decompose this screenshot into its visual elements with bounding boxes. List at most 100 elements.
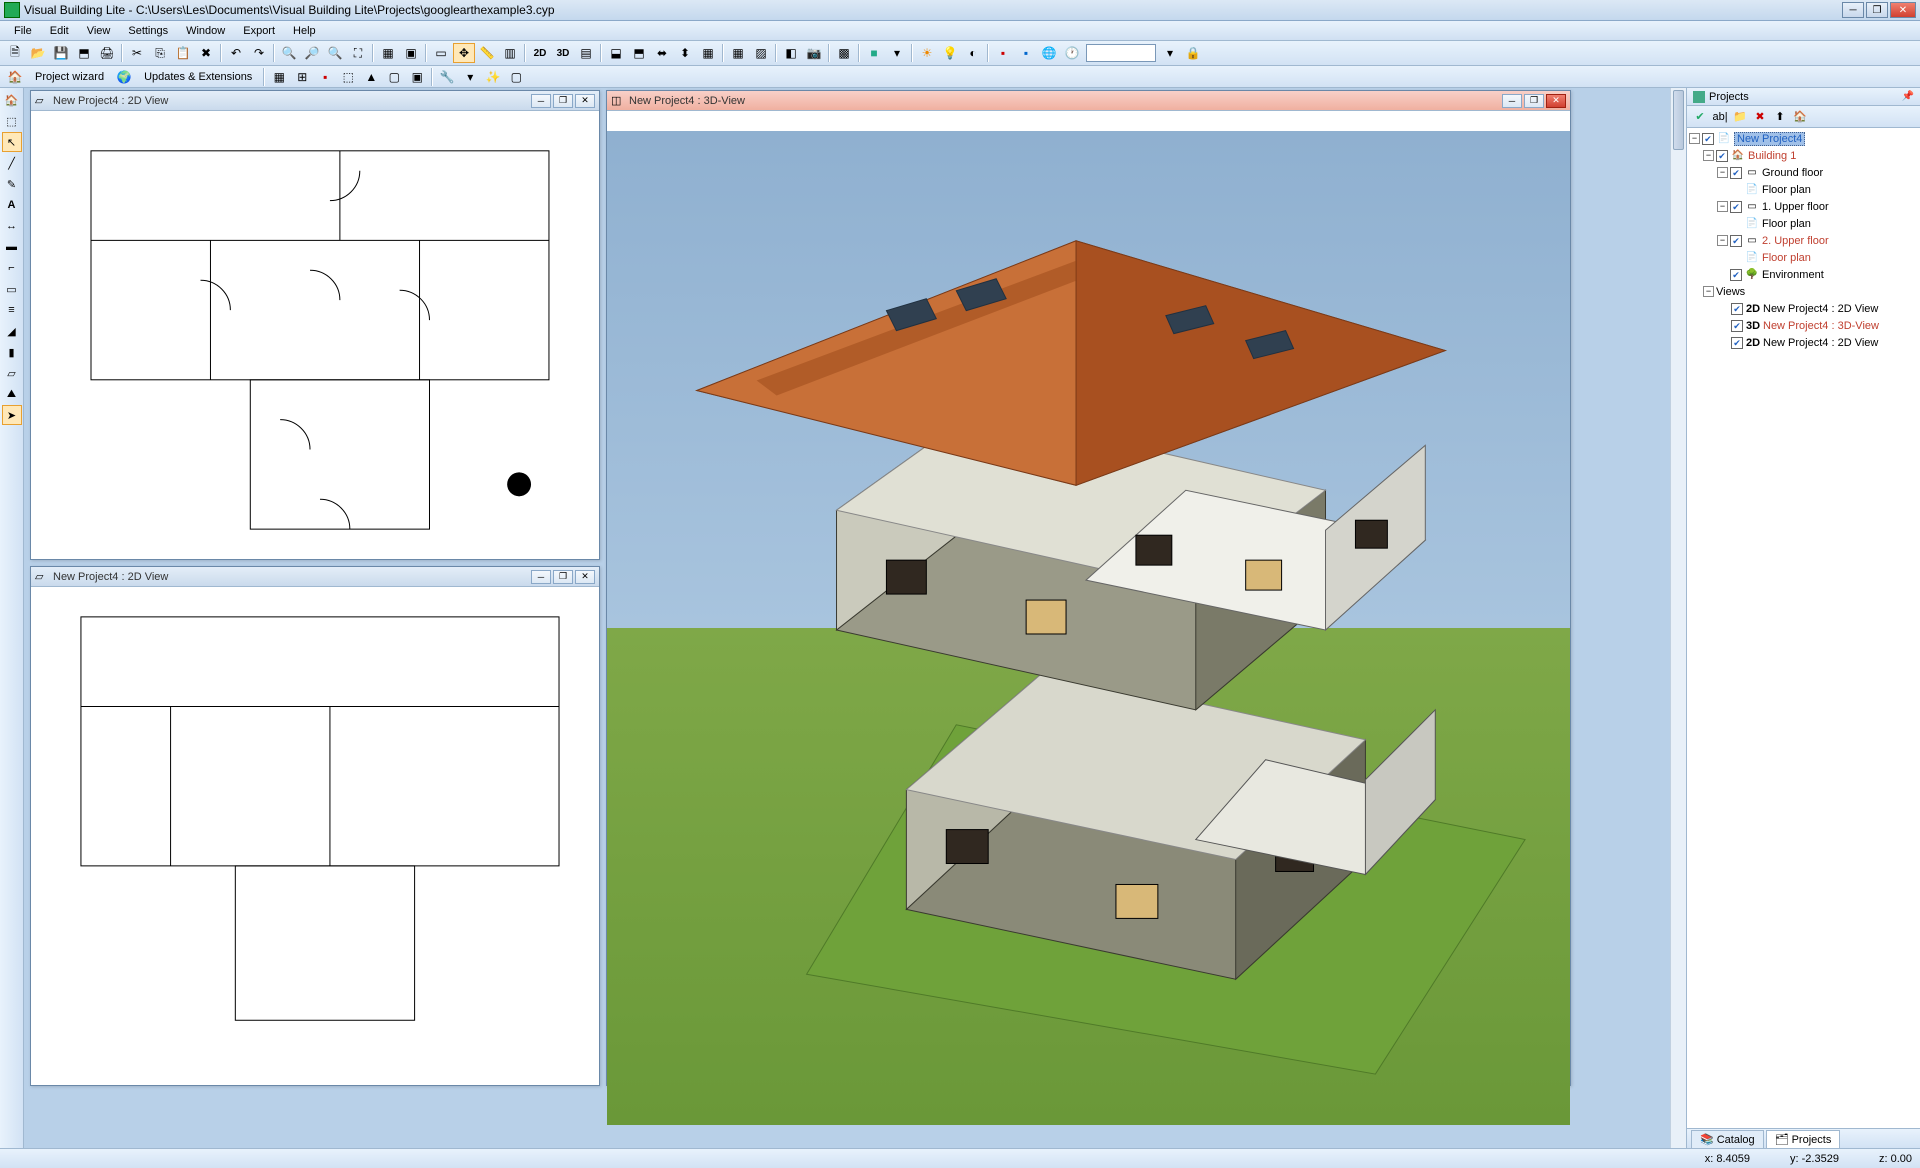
render-icon[interactable]: ◧: [780, 43, 802, 63]
tree-view-2[interactable]: New Project4 : 3D-View: [1763, 320, 1879, 332]
doc3-minimize-button[interactable]: ─: [1502, 94, 1522, 108]
window-cascade-icon[interactable]: ⬒: [628, 43, 650, 63]
maximize-button[interactable]: ❐: [1866, 2, 1888, 18]
tree-check[interactable]: ✔: [1702, 133, 1714, 145]
tree-toggle[interactable]: −: [1703, 150, 1714, 161]
tree-toggle[interactable]: −: [1717, 167, 1728, 178]
tree-view-3[interactable]: New Project4 : 2D View: [1763, 337, 1878, 349]
tb2-drop-icon[interactable]: ▾: [459, 67, 481, 87]
doc1-minimize-button[interactable]: ─: [531, 94, 551, 108]
minimize-button[interactable]: ─: [1842, 2, 1864, 18]
lt-dim-icon[interactable]: ↔: [2, 216, 22, 236]
tb2-icon-6[interactable]: ▢: [383, 67, 405, 87]
delete-tree-icon[interactable]: ✖: [1751, 108, 1769, 126]
menu-file[interactable]: File: [6, 23, 40, 39]
lt-stairs-icon[interactable]: ≡: [2, 300, 22, 320]
rename-icon[interactable]: ab|: [1711, 108, 1729, 126]
doc1-canvas[interactable]: [31, 111, 599, 559]
tb2-icon-2[interactable]: ⊞: [291, 67, 313, 87]
tree-floorplan-1[interactable]: Floor plan: [1762, 184, 1811, 196]
doc1-maximize-button[interactable]: ❐: [553, 94, 573, 108]
tree-floorplan-2[interactable]: Floor plan: [1762, 218, 1811, 230]
tree-check[interactable]: ✔: [1716, 150, 1728, 162]
save-icon[interactable]: 💾: [50, 43, 72, 63]
wrench-icon[interactable]: 🔧: [436, 67, 458, 87]
tree-toggle[interactable]: −: [1717, 235, 1728, 246]
tb2-icon-4[interactable]: ⬚: [337, 67, 359, 87]
doc1-close-button[interactable]: ✕: [575, 94, 595, 108]
tree-building[interactable]: Building 1: [1748, 150, 1796, 162]
tb2-icon-8[interactable]: ▢: [505, 67, 527, 87]
dropdown-icon[interactable]: ▾: [886, 43, 908, 63]
shadow-icon[interactable]: ◐: [962, 43, 984, 63]
tree-toggle[interactable]: −: [1717, 201, 1728, 212]
lt-column-icon[interactable]: ▮: [2, 342, 22, 362]
globe2-icon[interactable]: 🌍: [113, 67, 135, 87]
clock-icon[interactable]: 🕐: [1061, 43, 1083, 63]
globe-icon[interactable]: 🌐: [1038, 43, 1060, 63]
tree-ground[interactable]: Ground floor: [1762, 167, 1823, 179]
lt-door-icon[interactable]: ⌐: [2, 258, 22, 278]
menu-settings[interactable]: Settings: [120, 23, 176, 39]
updates-link[interactable]: Updates & Extensions: [136, 71, 260, 83]
project-wizard-link[interactable]: Project wizard: [27, 71, 112, 83]
menu-view[interactable]: View: [79, 23, 119, 39]
zoom-in-icon[interactable]: 🔎: [301, 43, 323, 63]
doc2-minimize-button[interactable]: ─: [531, 570, 551, 584]
view-section-icon[interactable]: ▤: [575, 43, 597, 63]
window-hsplit-icon[interactable]: ⬌: [651, 43, 673, 63]
tree-view-1[interactable]: New Project4 : 2D View: [1763, 303, 1878, 315]
window-vsplit-icon[interactable]: ⬍: [674, 43, 696, 63]
close-button[interactable]: ✕: [1890, 2, 1916, 18]
tab-projects[interactable]: 🗂 Projects: [1766, 1130, 1841, 1148]
grid-icon[interactable]: ▦: [377, 43, 399, 63]
open-icon[interactable]: 📂: [27, 43, 49, 63]
measure-icon[interactable]: ▥: [499, 43, 521, 63]
camera-icon[interactable]: 📷: [803, 43, 825, 63]
tab-catalog[interactable]: 📚 Catalog: [1691, 1130, 1764, 1148]
doc3-canvas[interactable]: [607, 131, 1570, 1125]
up-icon[interactable]: ⬆: [1771, 108, 1789, 126]
tree-check[interactable]: ✔: [1730, 167, 1742, 179]
home-tree-icon[interactable]: 🏠: [1791, 108, 1809, 126]
tb2-icon-1[interactable]: ▦: [268, 67, 290, 87]
saveall-icon[interactable]: ⬒: [73, 43, 95, 63]
home-icon[interactable]: 🏠: [4, 67, 26, 87]
tree-upper2[interactable]: 2. Upper floor: [1762, 235, 1829, 247]
tree-floorplan-3[interactable]: Floor plan: [1762, 252, 1811, 264]
lt-pointer-icon[interactable]: ➤: [2, 405, 22, 425]
window-tile-icon[interactable]: ⬓: [605, 43, 627, 63]
menu-edit[interactable]: Edit: [42, 23, 77, 39]
pin-icon[interactable]: 📌: [1902, 91, 1914, 102]
menu-window[interactable]: Window: [178, 23, 233, 39]
flag2-icon[interactable]: ▪: [1015, 43, 1037, 63]
ruler-icon[interactable]: 📏: [476, 43, 498, 63]
lt-terrain-icon[interactable]: ⛰: [2, 384, 22, 404]
lt-roof-icon[interactable]: ◢: [2, 321, 22, 341]
lt-cursor-icon[interactable]: ↖: [2, 132, 22, 152]
lt-selection-icon[interactable]: ⬚: [2, 111, 22, 131]
lt-line-icon[interactable]: ╱: [2, 153, 22, 173]
tree-env[interactable]: Environment: [1762, 269, 1824, 281]
select-icon[interactable]: ▭: [430, 43, 452, 63]
copy-icon[interactable]: ⎘: [149, 43, 171, 63]
toolbar-combo[interactable]: [1086, 44, 1156, 62]
tb2-icon-3[interactable]: ▪: [314, 67, 336, 87]
cut-icon[interactable]: ✂: [126, 43, 148, 63]
delete-icon[interactable]: ✖: [195, 43, 217, 63]
zoom-fit-icon[interactable]: ⛶: [347, 43, 369, 63]
menu-export[interactable]: Export: [235, 23, 283, 39]
tree-toggle[interactable]: −: [1703, 286, 1714, 297]
zoom-out-icon[interactable]: 🔍: [324, 43, 346, 63]
light-icon[interactable]: 💡: [939, 43, 961, 63]
window-grid-icon[interactable]: ▦: [697, 43, 719, 63]
doc3-close-button[interactable]: ✕: [1546, 94, 1566, 108]
menu-help[interactable]: Help: [285, 23, 324, 39]
lock-icon[interactable]: 🔒: [1182, 43, 1204, 63]
flag1-icon[interactable]: ▪: [992, 43, 1014, 63]
tree-check[interactable]: ✔: [1730, 269, 1742, 281]
print-icon[interactable]: 🖨: [96, 43, 118, 63]
view-3d-button[interactable]: 3D: [552, 43, 574, 63]
check-icon[interactable]: ✔: [1691, 108, 1709, 126]
new-folder-icon[interactable]: 📁: [1731, 108, 1749, 126]
